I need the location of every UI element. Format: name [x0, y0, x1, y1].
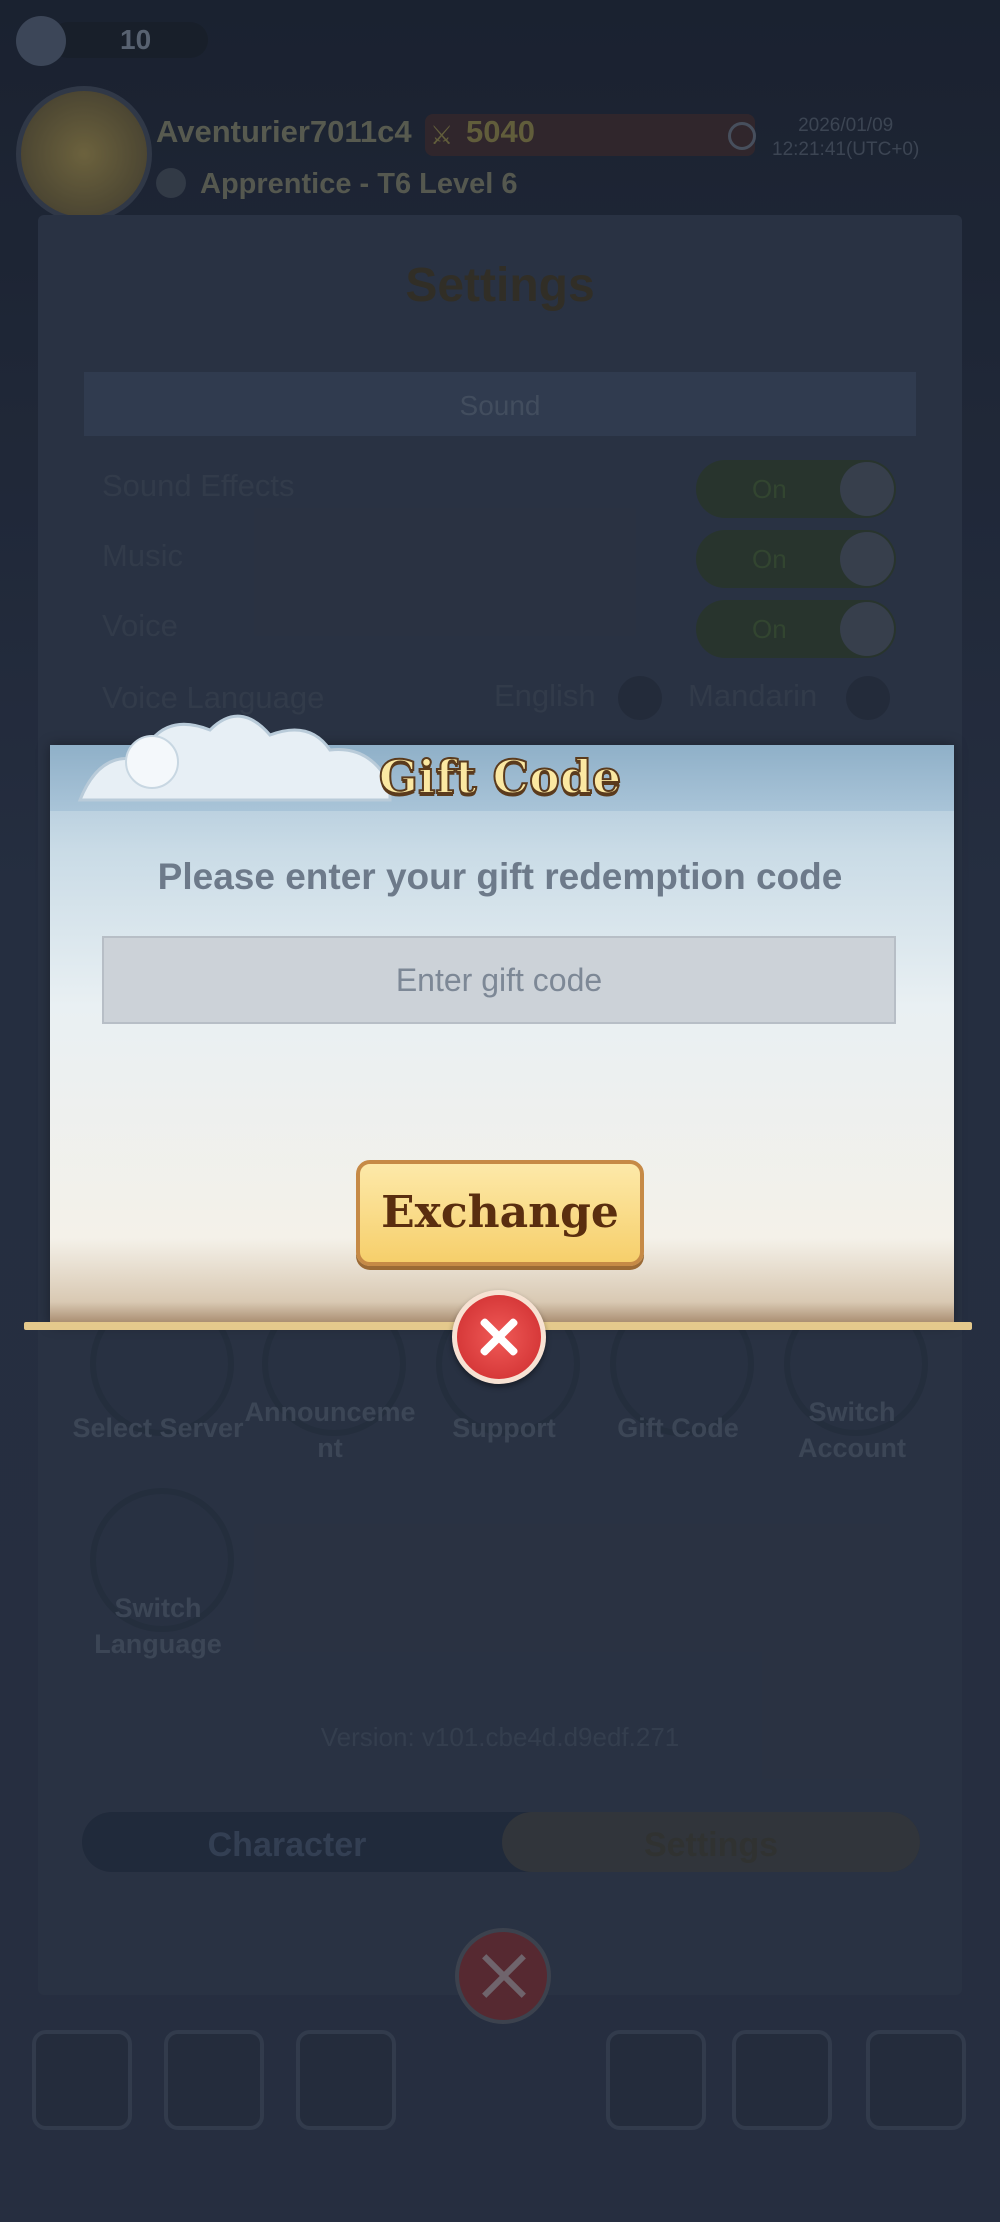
gift-code-input[interactable] — [102, 936, 896, 1024]
exchange-button[interactable]: Exchange — [356, 1160, 644, 1266]
close-button[interactable] — [452, 1290, 546, 1384]
exchange-button-label: Exchange — [381, 1187, 619, 1238]
dialog-title: Gift Code — [378, 749, 623, 805]
dialog-prompt: Please enter your gift redemption code — [157, 856, 843, 897]
